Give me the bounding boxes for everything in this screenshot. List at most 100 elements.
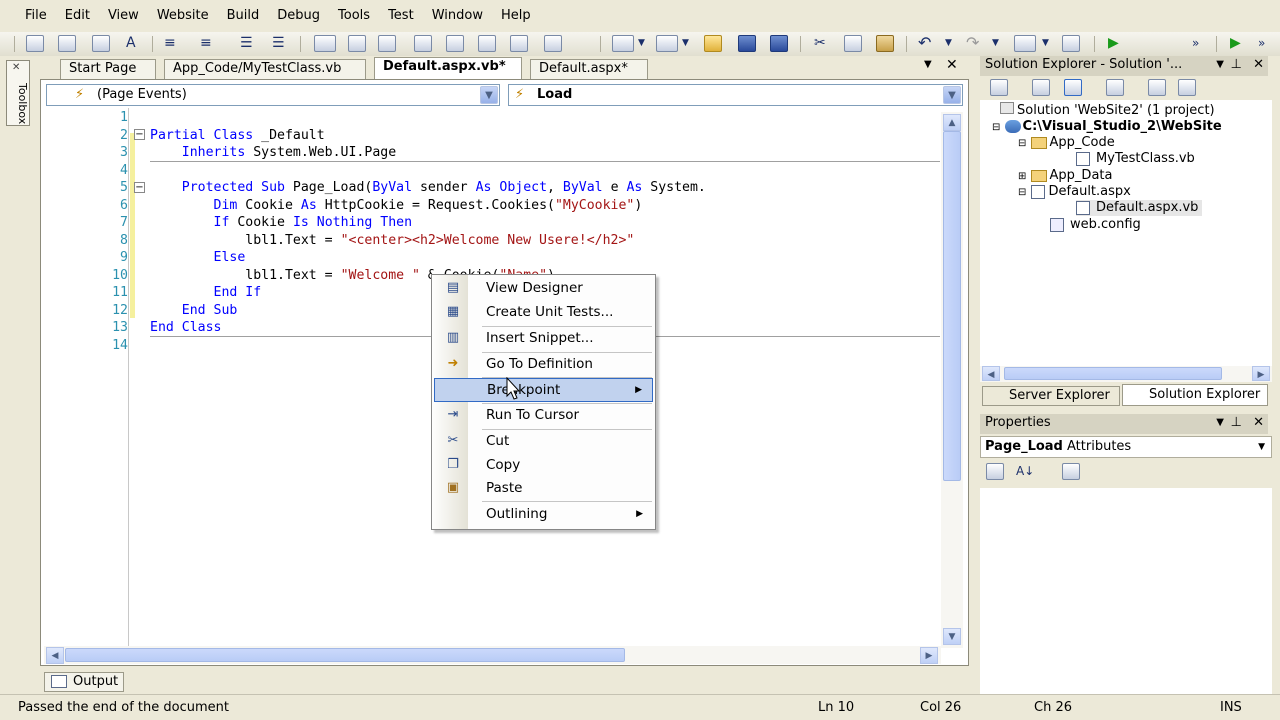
tree-default-aspx-vb-node[interactable]: Default.aspx.vb <box>1076 200 1203 216</box>
tab-start-page[interactable]: Start Page <box>60 59 156 79</box>
close-pane-icon[interactable]: ✕ <box>1253 56 1264 74</box>
property-pages-icon[interactable] <box>1062 463 1080 480</box>
menu-tools[interactable]: Tools <box>329 0 379 32</box>
categorized-icon[interactable] <box>986 463 1004 480</box>
tree-app-data-node[interactable]: ⊞ App_Data <box>1018 168 1112 185</box>
auto-hide-pin-icon[interactable]: ⊥ <box>1231 414 1242 432</box>
class-name-combo[interactable]: ⚡ (Page Events) ▼ <box>46 84 500 106</box>
decrease-indent-icon[interactable]: ≡ <box>164 34 176 52</box>
prev-bookmark-icon[interactable] <box>348 35 366 52</box>
view-designer-icon[interactable] <box>1148 79 1166 96</box>
tab-mytestclass[interactable]: App_Code/MyTestClass.vb <box>164 59 366 79</box>
next-folder-bookmark-icon[interactable] <box>478 35 496 52</box>
run-icon[interactable]: ▶ <box>1230 34 1241 52</box>
scroll-thumb[interactable] <box>1004 367 1222 380</box>
cut-icon[interactable]: ✂ <box>814 34 826 52</box>
code-line[interactable]: Protected Sub Page_Load(ByVal sender As … <box>150 180 706 195</box>
view-code-icon[interactable] <box>1106 79 1124 96</box>
menu-edit[interactable]: Edit <box>56 0 99 32</box>
properties-icon[interactable] <box>58 35 76 52</box>
toolbar-options-icon[interactable]: » <box>1192 34 1199 52</box>
code-line[interactable]: Else <box>150 250 246 265</box>
tree-website-node[interactable]: ⊟ C:\Visual_Studio_2\WebSite <box>992 119 1222 136</box>
auto-hide-pin-icon[interactable]: ⊥ <box>1231 56 1242 74</box>
scroll-down-icon[interactable]: ▼ <box>943 628 961 645</box>
menu-test[interactable]: Test <box>379 0 423 32</box>
scroll-right-icon[interactable]: ▶ <box>920 647 938 664</box>
collapse-class-icon[interactable]: − <box>134 129 145 140</box>
menu-help[interactable]: Help <box>492 0 540 32</box>
menu-item-insert-snippet[interactable]: ▥ Insert Snippet... <box>434 327 653 351</box>
bookmark-icon[interactable] <box>314 35 336 52</box>
tab-default-aspx[interactable]: Default.aspx* <box>530 59 648 79</box>
dropdown-arrow-icon[interactable]: ▼ <box>1042 34 1049 52</box>
code-line[interactable]: lbl1.Text = "<center><h2>Welcome New Use… <box>150 233 634 248</box>
open-folder-icon[interactable] <box>704 35 722 52</box>
menu-item-cut[interactable]: ✂ Cut <box>434 430 653 454</box>
uncomment-icon[interactable]: ☰ <box>272 34 285 52</box>
scroll-up-icon[interactable]: ▲ <box>943 114 961 131</box>
tree-app-code-node[interactable]: ⊟ App_Code <box>1018 135 1115 152</box>
scroll-left-icon[interactable]: ◀ <box>982 366 1000 381</box>
output-tab[interactable]: Output <box>44 672 124 692</box>
method-name-combo[interactable]: ⚡ Load ▼ <box>508 84 963 106</box>
menu-file[interactable]: File <box>16 0 56 32</box>
toolbar-overflow-icon[interactable]: » <box>1258 34 1265 52</box>
new-project-icon[interactable] <box>612 35 634 52</box>
menu-view[interactable]: View <box>99 0 148 32</box>
dropdown-arrow-icon[interactable]: ▼ <box>992 34 999 52</box>
menu-website[interactable]: Website <box>148 0 218 32</box>
solution-tree-hscrollbar[interactable]: ◀ ▶ <box>980 366 1272 382</box>
menu-item-go-to-definition[interactable]: ➜ Go To Definition <box>434 353 653 377</box>
save-all-icon[interactable] <box>770 35 788 52</box>
menu-window[interactable]: Window <box>423 0 492 32</box>
menu-item-outlining[interactable]: Outlining ▶ <box>434 503 653 527</box>
start-debugging-icon[interactable]: ▶ <box>1108 34 1119 52</box>
menu-item-breakpoint[interactable]: Breakpoint ▶ <box>434 378 653 402</box>
nest-related-files-icon[interactable] <box>1064 79 1082 96</box>
chevron-down-icon[interactable]: ▼ <box>943 86 961 104</box>
code-line[interactable]: Dim Cookie As HttpCookie = Request.Cooki… <box>150 198 643 213</box>
refresh-icon[interactable] <box>1032 79 1050 96</box>
scroll-left-icon[interactable]: ◀ <box>46 647 64 664</box>
scroll-right-icon[interactable]: ▶ <box>1252 366 1270 381</box>
prev-folder-bookmark-icon[interactable] <box>446 35 464 52</box>
window-position-icon[interactable]: ▼ <box>1216 56 1224 74</box>
tab-server-explorer[interactable]: Server Explorer <box>982 386 1120 406</box>
properties-object-combo[interactable]: Page_Load Attributes ▼ <box>980 436 1272 458</box>
find-icon[interactable] <box>544 35 562 52</box>
tree-default-aspx-node[interactable]: ⊟ Default.aspx <box>1018 184 1131 201</box>
tree-solution-node[interactable]: Solution 'WebSite2' (1 project) <box>1000 102 1215 119</box>
copy-icon[interactable] <box>844 35 862 52</box>
new-item-icon[interactable] <box>26 35 44 52</box>
menu-item-create-unit-tests[interactable]: ▦ Create Unit Tests... <box>434 301 653 325</box>
tab-default-aspx-vb[interactable]: Default.aspx.vb* <box>374 57 522 79</box>
code-line[interactable]: End Sub <box>150 303 238 318</box>
menu-debug[interactable]: Debug <box>268 0 329 32</box>
code-line[interactable]: End Class <box>150 320 221 335</box>
dropdown-arrow-icon[interactable]: ▼ <box>945 34 952 52</box>
redo-icon[interactable]: ↷ <box>966 34 979 52</box>
collapse-sub-icon[interactable]: − <box>134 182 145 193</box>
add-item-icon[interactable] <box>656 35 678 52</box>
navigate-backward-icon[interactable] <box>1014 35 1036 52</box>
code-line[interactable]: If Cookie Is Nothing Then <box>150 215 413 230</box>
vertical-scroll-thumb[interactable] <box>943 131 961 481</box>
menu-item-view-designer[interactable]: ▤ View Designer <box>434 277 653 301</box>
tab-list-dropdown-icon[interactable]: ▼ <box>924 59 932 70</box>
paste-icon[interactable] <box>876 35 894 52</box>
tree-web-config-node[interactable]: web.config <box>1050 217 1141 233</box>
menu-build[interactable]: Build <box>218 0 269 32</box>
clear-bookmarks-icon[interactable] <box>510 35 528 52</box>
chevron-down-icon[interactable]: ▼ <box>480 86 498 104</box>
comment-icon[interactable]: ☰ <box>240 34 253 52</box>
window-position-icon[interactable]: ▼ <box>1216 414 1224 432</box>
chevron-down-icon[interactable]: ▼ <box>1258 437 1265 457</box>
properties-icon[interactable] <box>990 79 1008 96</box>
tree-mytestclass-node[interactable]: MyTestClass.vb <box>1076 151 1195 167</box>
alphabetical-icon[interactable]: A↓ <box>1016 462 1034 480</box>
asp-net-config-icon[interactable] <box>1178 79 1196 96</box>
close-pane-icon[interactable]: ✕ <box>1253 414 1264 432</box>
menu-item-run-to-cursor[interactable]: ⇥ Run To Cursor <box>434 404 653 428</box>
object-browser-icon[interactable] <box>92 35 110 52</box>
